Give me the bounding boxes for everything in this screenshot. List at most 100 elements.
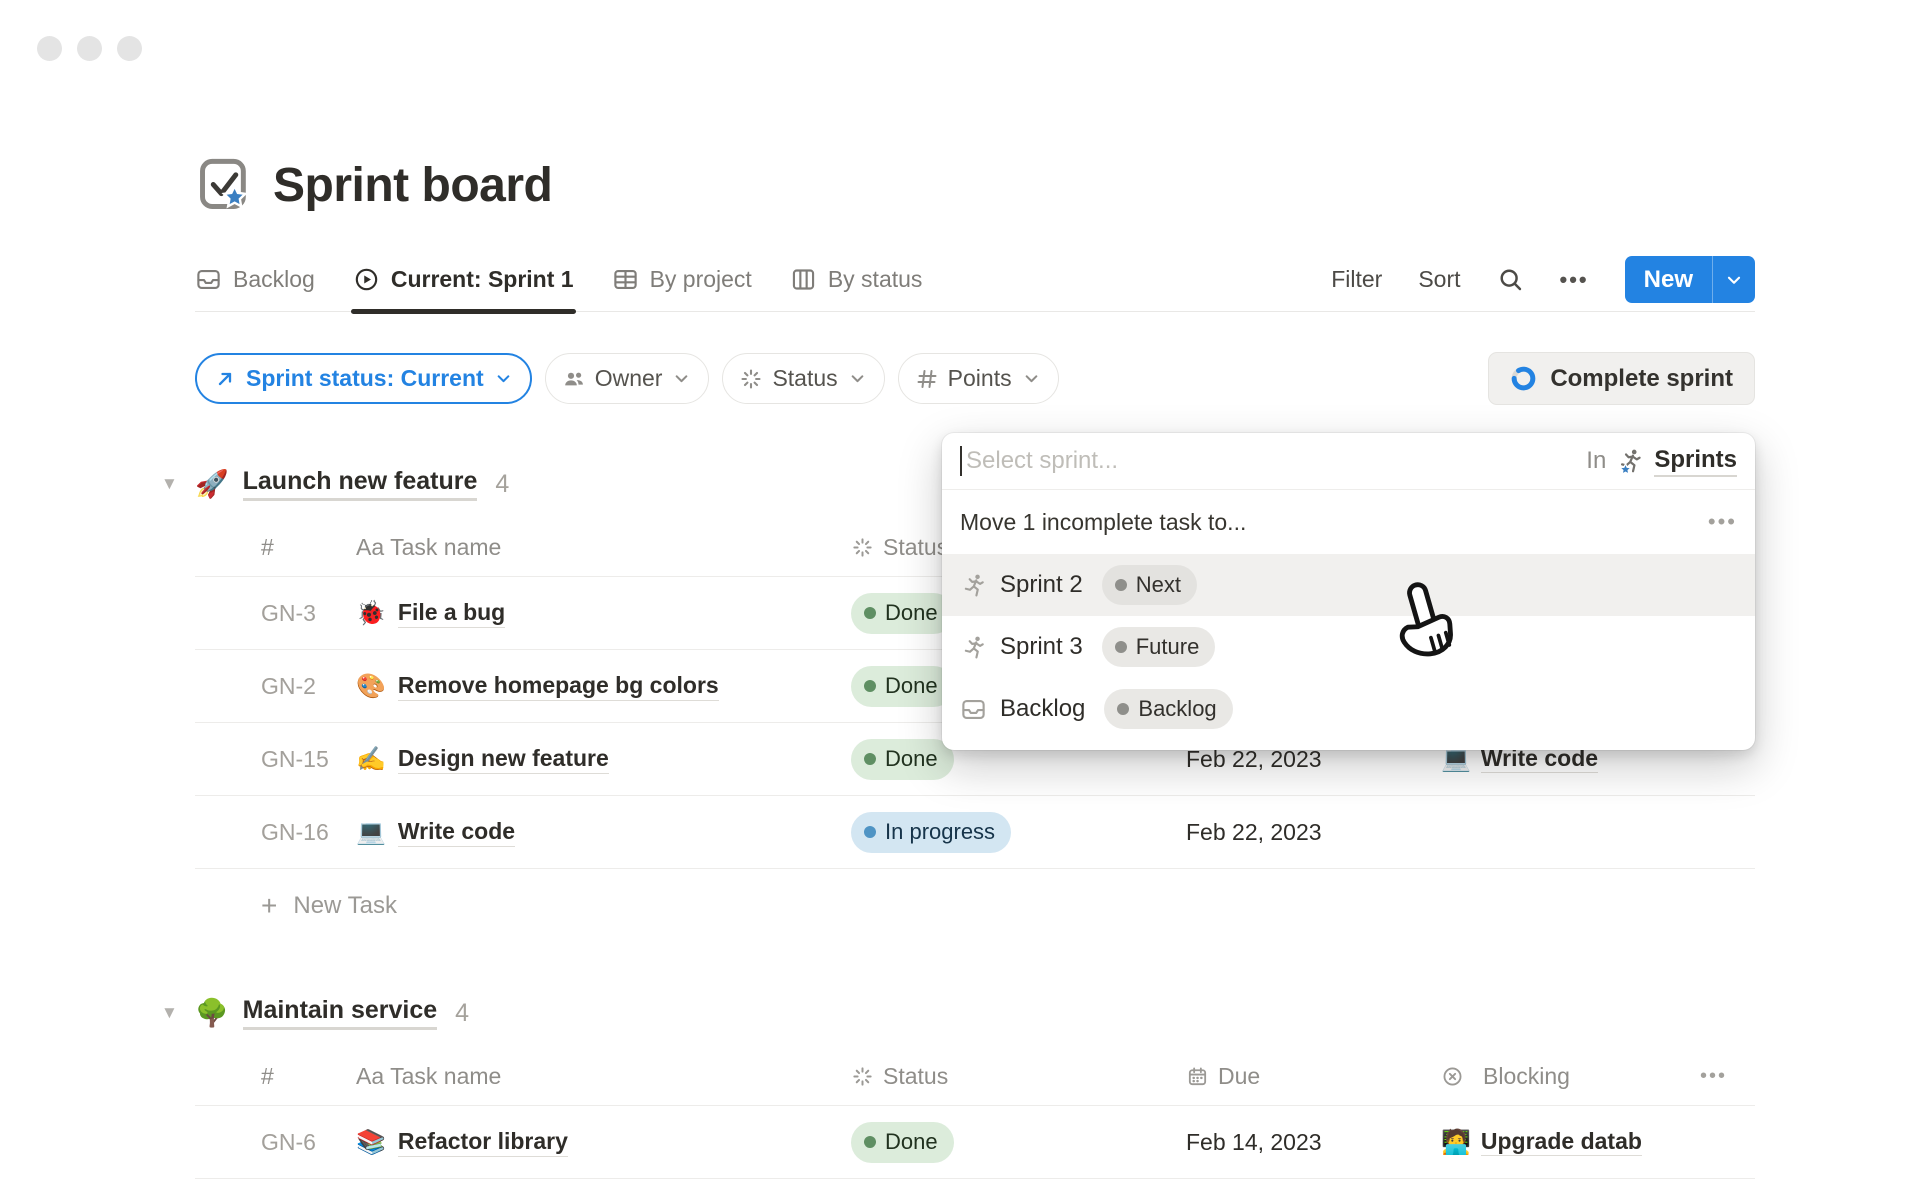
runner-icon <box>960 572 987 599</box>
popup-item-backlog[interactable]: Backlog Backlog <box>942 678 1755 740</box>
play-circle-icon <box>353 266 380 293</box>
window-zoom-icon[interactable] <box>117 36 142 61</box>
board-columns-icon <box>790 266 817 293</box>
status-badge[interactable]: Done <box>851 1122 954 1163</box>
sort-button[interactable]: Sort <box>1418 266 1460 293</box>
complete-sprint-button[interactable]: Complete sprint <box>1488 352 1755 405</box>
blocking-link[interactable]: Upgrade datab <box>1481 1128 1642 1156</box>
circle-x-icon <box>1441 1065 1464 1088</box>
move-task-label-row: Move 1 incomplete task to... ••• <box>942 490 1755 554</box>
sprint-status-filter[interactable]: Sprint status: Current <box>195 353 532 404</box>
column-header-status[interactable]: Status <box>851 1063 1186 1090</box>
owner-filter[interactable]: Owner <box>545 353 710 404</box>
page-title: Sprint board <box>273 158 552 213</box>
new-button[interactable]: New <box>1625 256 1712 303</box>
chevron-down-icon <box>493 368 514 389</box>
runner-icon <box>960 634 987 661</box>
sprint-status-tag: Next <box>1102 565 1197 605</box>
laptop-emoji-icon: 💻 <box>356 818 386 847</box>
group-count: 4 <box>455 999 469 1028</box>
palette-emoji-icon: 🎨 <box>356 672 386 701</box>
hand-cursor-icon <box>1388 578 1474 672</box>
tab-by-status[interactable]: By status <box>790 248 923 312</box>
status-badge[interactable]: Done <box>851 739 954 780</box>
column-header-due[interactable]: Due <box>1186 1063 1441 1090</box>
status-dot <box>864 826 876 838</box>
inbox-icon <box>195 266 222 293</box>
sprints-icon <box>1616 447 1644 475</box>
plus-icon: + <box>261 892 277 920</box>
status-dot <box>1115 579 1127 591</box>
status-dot <box>864 607 876 619</box>
new-button-group: New <box>1625 256 1755 303</box>
table-header: # Aa Task name Status Due Blocking ••• <box>195 1048 1755 1106</box>
popup-more-button[interactable]: ••• <box>1708 509 1737 535</box>
calendar-icon <box>1186 1065 1209 1088</box>
hash-icon <box>915 367 939 391</box>
window-minimize-icon[interactable] <box>77 36 102 61</box>
new-dropdown-button[interactable] <box>1712 256 1755 303</box>
table-row[interactable]: GN-6 📚 Refactor library Done Feb 14, 202… <box>195 1106 1755 1179</box>
column-header-id[interactable]: # <box>261 534 356 561</box>
inbox-icon <box>960 696 987 723</box>
column-header-more[interactable]: ••• <box>1691 1065 1755 1088</box>
column-header-blocking[interactable]: Blocking <box>1441 1063 1691 1090</box>
rocket-emoji-icon: 🚀 <box>195 468 229 500</box>
chevron-down-icon <box>671 368 692 389</box>
task-name-link[interactable]: File a bug <box>398 599 505 628</box>
status-badge[interactable]: Done <box>851 593 954 634</box>
task-name-link[interactable]: Refactor library <box>398 1128 568 1157</box>
status-badge[interactable]: In progress <box>851 812 1011 853</box>
task-name-link[interactable]: Design new feature <box>398 745 609 774</box>
filter-button[interactable]: Filter <box>1331 266 1382 293</box>
sprint-search-row: Select sprint... In Sprints <box>942 433 1755 490</box>
tree-emoji-icon: 🌳 <box>195 997 229 1029</box>
task-id: GN-15 <box>261 746 356 773</box>
move-sprint-popup: Select sprint... In Sprints Move 1 incom… <box>942 433 1755 750</box>
group-maintain-service: ▼ 🌳 Maintain service 4 # Aa Task name St… <box>195 992 1755 1179</box>
tab-backlog[interactable]: Backlog <box>195 248 315 312</box>
progress-ring-icon <box>1510 365 1537 392</box>
collapse-toggle-icon[interactable]: ▼ <box>161 1003 181 1023</box>
group-title[interactable]: Launch new feature <box>243 467 478 501</box>
status-badge[interactable]: Done <box>851 666 954 707</box>
writing-hand-emoji-icon: ✍️ <box>356 745 386 774</box>
table-row[interactable]: GN-16 💻 Write code In progress Feb 22, 2… <box>195 796 1755 869</box>
grid-table-icon <box>612 266 639 293</box>
due-date[interactable]: Feb 22, 2023 <box>1186 819 1441 846</box>
due-date[interactable]: Feb 14, 2023 <box>1186 1129 1441 1156</box>
text-caret <box>960 446 962 476</box>
task-name-link[interactable]: Remove homepage bg colors <box>398 672 719 701</box>
collapse-toggle-icon[interactable]: ▼ <box>161 474 181 494</box>
status-dot <box>1117 703 1129 715</box>
popup-item-sprint-3[interactable]: Sprint 3 Future <box>942 616 1755 678</box>
status-filter[interactable]: Status <box>722 353 884 404</box>
sprints-scope-link[interactable]: Sprints <box>1654 446 1737 477</box>
spinner-icon <box>851 536 874 559</box>
points-filter[interactable]: Points <box>898 353 1059 404</box>
window-close-icon[interactable] <box>37 36 62 61</box>
bug-emoji-icon: 🐞 <box>356 599 386 628</box>
checkbox-star-icon <box>195 156 253 214</box>
task-name-link[interactable]: Write code <box>398 818 515 847</box>
search-icon[interactable] <box>1497 266 1524 293</box>
in-label: In <box>1586 447 1606 475</box>
tab-current-sprint[interactable]: Current: Sprint 1 <box>353 248 574 312</box>
chevron-down-icon <box>847 368 868 389</box>
books-emoji-icon: 📚 <box>356 1128 386 1157</box>
status-dot <box>864 753 876 765</box>
new-task-button[interactable]: + New Task <box>195 869 1755 942</box>
chevron-down-icon <box>1021 368 1042 389</box>
task-id: GN-2 <box>261 673 356 700</box>
column-header-task[interactable]: Aa Task name <box>356 1063 851 1090</box>
more-options-button[interactable]: ••• <box>1560 267 1589 293</box>
spinner-icon <box>851 1065 874 1088</box>
popup-item-sprint-2[interactable]: Sprint 2 Next <box>942 554 1755 616</box>
column-header-task[interactable]: Aa Task name <box>356 534 851 561</box>
sprint-search-input[interactable]: Select sprint... <box>966 447 1118 475</box>
column-header-id[interactable]: # <box>261 1063 356 1090</box>
page-header: Sprint board <box>195 156 1755 214</box>
tab-by-project[interactable]: By project <box>612 248 752 312</box>
group-title[interactable]: Maintain service <box>243 996 438 1030</box>
status-dot <box>1115 641 1127 653</box>
